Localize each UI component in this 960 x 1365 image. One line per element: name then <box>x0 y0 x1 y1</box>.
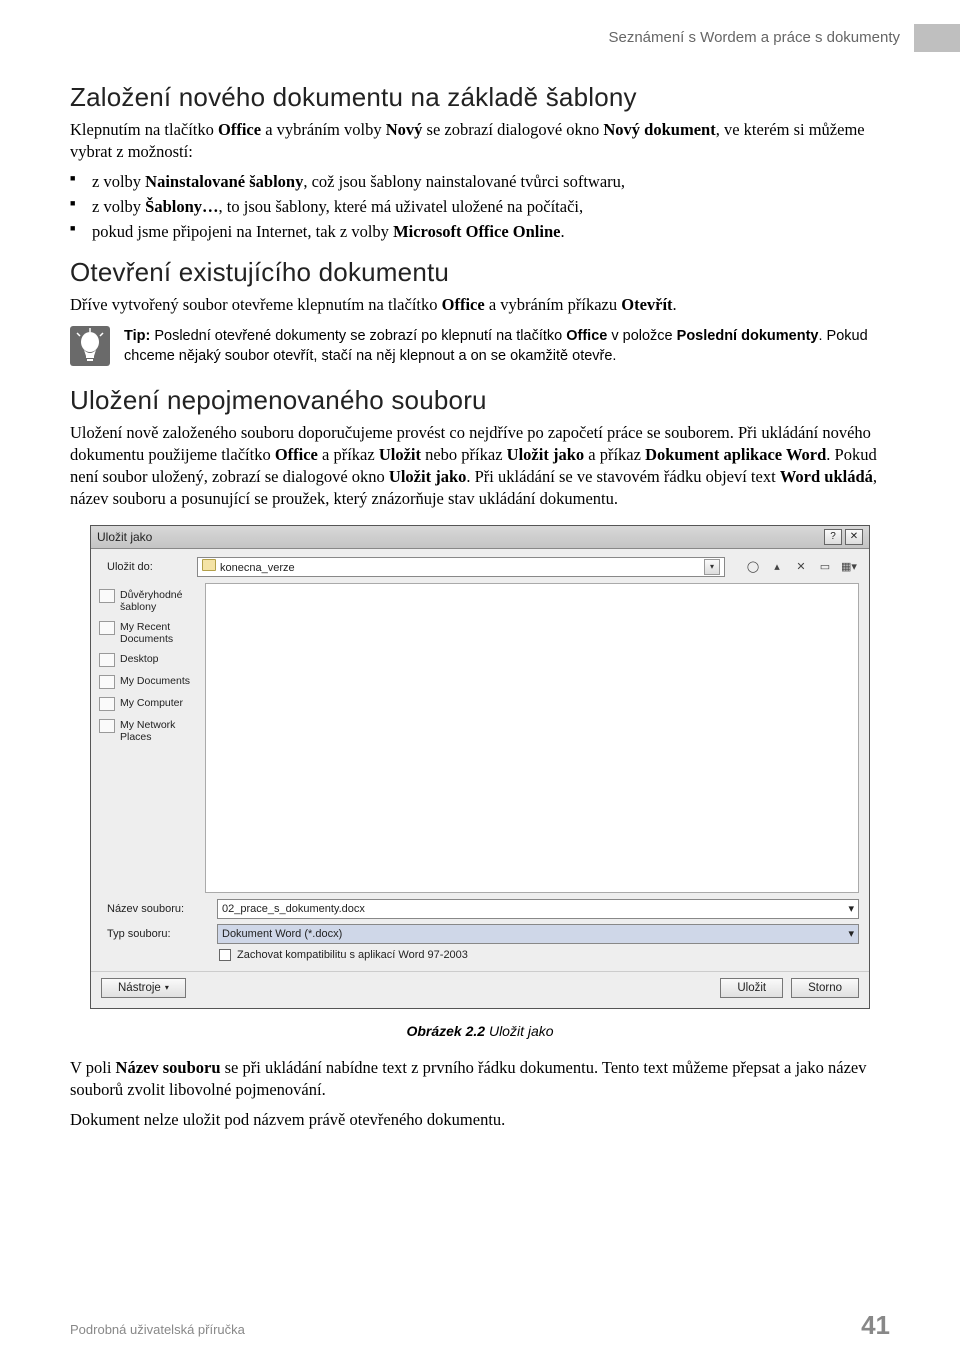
new-folder-icon[interactable]: ▭ <box>815 557 835 577</box>
filename-input[interactable]: 02_prace_s_dokumenty.docx ▾ <box>217 899 859 919</box>
views-icon[interactable]: ▦▾ <box>839 557 859 577</box>
heading-new-doc-template: Založení nového dokumentu na základě šab… <box>70 82 890 113</box>
checkbox-icon[interactable] <box>219 949 231 961</box>
filetype-combo[interactable]: Dokument Word (*.docx) ▾ <box>217 924 859 944</box>
cancel-button[interactable]: Storno <box>791 978 859 998</box>
compat-label: Zachovat kompatibilitu s aplikací Word 9… <box>237 949 468 961</box>
dialog-title: Uložit jako <box>97 530 152 544</box>
chevron-down-icon[interactable]: ▾ <box>704 559 720 575</box>
para-cannot-save-same-name: Dokument nelze uložit pod názvem právě o… <box>70 1109 890 1131</box>
save-in-label: Uložit do: <box>107 561 187 573</box>
lightbulb-icon <box>70 326 110 366</box>
page-content: Založení nového dokumentu na základě šab… <box>70 0 890 1132</box>
header-color-block <box>914 24 960 52</box>
filetype-label: Typ souboru: <box>107 928 207 940</box>
network-icon <box>99 719 115 733</box>
chevron-down-icon[interactable]: ▾ <box>848 902 854 915</box>
sidebar-item-desktop[interactable]: Desktop <box>99 651 201 669</box>
list-item: pokud jsme připojeni na Internet, tak z … <box>70 220 890 243</box>
bullet-list-templates: z volby Nainstalované šablony, což jsou … <box>70 170 890 243</box>
compat-checkbox-row[interactable]: Zachovat kompatibilitu s aplikací Word 9… <box>219 949 859 961</box>
footer-book-title: Podrobná uživatelská příručka <box>70 1322 245 1337</box>
folder-icon <box>99 675 115 689</box>
desktop-icon <box>99 653 115 667</box>
chapter-header: Seznámení s Wordem a práce s dokumenty <box>608 24 960 52</box>
sidebar-item-recent[interactable]: My Recent Documents <box>99 619 201 647</box>
page-footer: Podrobná uživatelská příručka 41 <box>70 1310 890 1341</box>
folder-icon <box>99 621 115 635</box>
computer-icon <box>99 697 115 711</box>
dialog-toolbar: ◯ ▴ ✕ ▭ ▦▾ <box>743 557 859 577</box>
para-open-existing: Dříve vytvořený soubor otevřeme klepnutí… <box>70 294 890 316</box>
dialog-titlebar[interactable]: Uložit jako ? ✕ <box>91 526 869 549</box>
list-item: z volby Nainstalované šablony, což jsou … <box>70 170 890 193</box>
save-as-dialog: Uložit jako ? ✕ Uložit do: konecna_verze… <box>90 525 870 1009</box>
save-in-combo[interactable]: konecna_verze ▾ <box>197 557 725 577</box>
back-icon[interactable]: ◯ <box>743 557 763 577</box>
list-item: z volby Šablony…, to jsou šablony, které… <box>70 195 890 218</box>
save-button[interactable]: Uložit <box>720 978 783 998</box>
page-number: 41 <box>861 1310 890 1341</box>
para-new-doc-intro: Klepnutím na tlačítko Office a vybráním … <box>70 119 890 164</box>
sidebar-item-my-computer[interactable]: My Computer <box>99 695 201 713</box>
dialog-places-bar: Důvěryhodné šablony My Recent Documents … <box>91 583 201 893</box>
delete-icon[interactable]: ✕ <box>791 557 811 577</box>
para-save-unnamed: Uložení nově založeného souboru doporuču… <box>70 422 890 511</box>
chevron-down-icon[interactable]: ▾ <box>848 927 854 940</box>
help-icon[interactable]: ? <box>824 529 842 545</box>
chevron-down-icon: ▾ <box>165 983 169 992</box>
para-filename-field: V poli Název souboru se při ukládání nab… <box>70 1057 890 1102</box>
sidebar-item-trusted-templates[interactable]: Důvěryhodné šablony <box>99 587 201 615</box>
folder-icon <box>202 559 216 571</box>
folder-icon <box>99 589 115 603</box>
tip-block: Tip: Poslední otevřené dokumenty se zobr… <box>70 326 890 367</box>
close-icon[interactable]: ✕ <box>845 529 863 545</box>
sidebar-item-my-documents[interactable]: My Documents <box>99 673 201 691</box>
tip-text: Tip: Poslední otevřené dokumenty se zobr… <box>124 326 890 367</box>
filename-label: Název souboru: <box>107 903 207 915</box>
dialog-file-listing[interactable] <box>205 583 859 893</box>
tools-button[interactable]: Nástroje▾ <box>101 978 186 998</box>
chapter-title: Seznámení s Wordem a práce s dokumenty <box>608 24 914 52</box>
heading-open-existing: Otevření existujícího dokumentu <box>70 257 890 288</box>
heading-save-unnamed: Uložení nepojmenovaného souboru <box>70 385 890 416</box>
figure-caption: Obrázek 2.2 Uložit jako <box>70 1023 890 1039</box>
up-icon[interactable]: ▴ <box>767 557 787 577</box>
sidebar-item-network[interactable]: My Network Places <box>99 717 201 745</box>
